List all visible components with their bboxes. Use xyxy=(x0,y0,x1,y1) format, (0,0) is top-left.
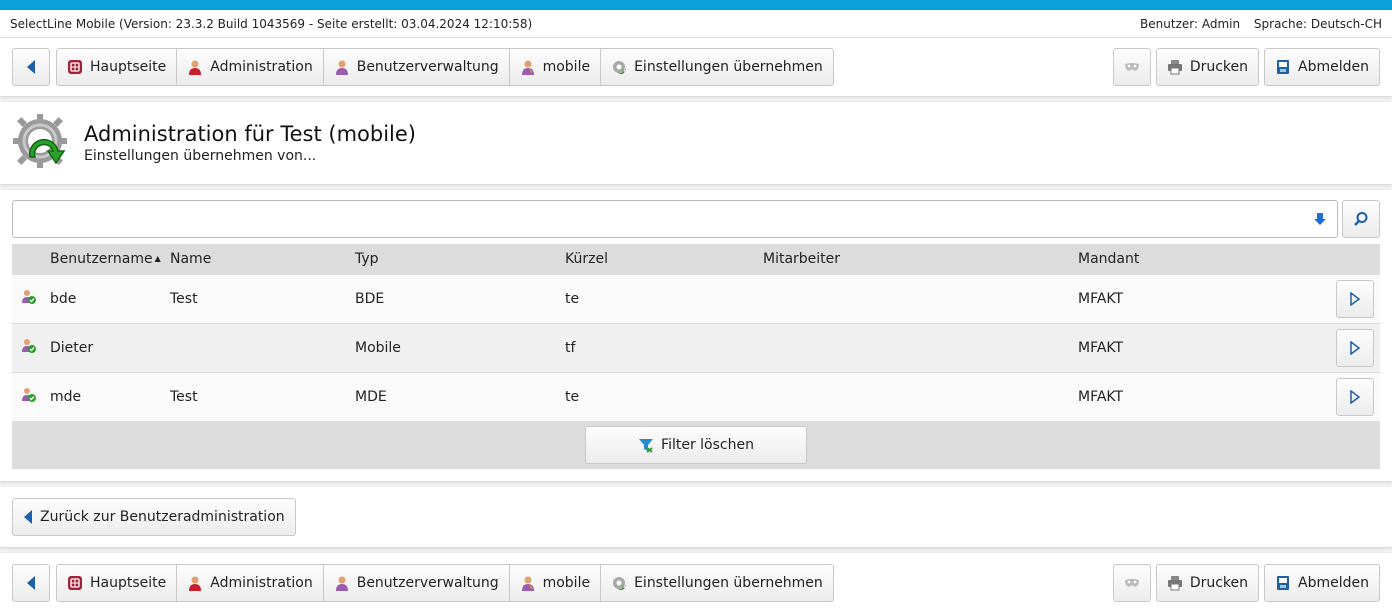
column-header-typ[interactable]: Typ xyxy=(355,244,565,274)
printer-icon xyxy=(1167,575,1183,591)
user-active-icon xyxy=(22,338,36,353)
mobile-user-icon xyxy=(520,59,536,75)
sort-asc-icon: ▲ xyxy=(154,254,161,264)
top-accent-bar xyxy=(0,0,1392,10)
crumb-mobile[interactable]: mobile xyxy=(510,49,602,85)
page-title: Administration für Test (mobile) xyxy=(84,122,416,146)
crumb-einstellungen-uebernehmen[interactable]: Einstellungen übernehmen xyxy=(601,565,833,601)
table-header: Benutzername ▲ Name Typ Kürzel Mitarbeite… xyxy=(12,244,1380,274)
crumb-hauptseite[interactable]: Hauptseite xyxy=(57,49,178,85)
filter-clear-icon xyxy=(638,437,654,453)
mobile-user-icon xyxy=(520,575,536,591)
mask-button[interactable] xyxy=(1112,564,1151,602)
column-header-name[interactable]: Name xyxy=(170,244,355,274)
home-grid-icon xyxy=(67,59,83,75)
print-button[interactable]: Drucken xyxy=(1155,48,1260,86)
triangle-right-icon xyxy=(1350,389,1360,404)
user-active-icon xyxy=(22,387,36,402)
back-to-user-admin-button[interactable]: Zurück zur Benutzeradministration xyxy=(12,498,296,536)
user-management-icon xyxy=(334,575,350,591)
current-language: Sprache: Deutsch-CH xyxy=(1253,16,1382,31)
user-table: Benutzername ▲ Name Typ Kürzel Mitarbeite… xyxy=(12,244,1380,421)
nav-back-button[interactable] xyxy=(12,564,50,602)
triangle-left-icon xyxy=(23,509,33,525)
crumb-benutzerverwaltung[interactable]: Benutzerverwaltung xyxy=(324,565,510,601)
triangle-right-icon xyxy=(1350,340,1360,355)
breadcrumb: Hauptseite Administration Benutzerverwal… xyxy=(56,564,834,602)
breadcrumb: Hauptseite Administration Benutzerverwal… xyxy=(56,48,834,86)
mask-icon xyxy=(1124,579,1139,587)
admin-user-icon xyxy=(187,575,203,591)
print-button[interactable]: Drucken xyxy=(1155,564,1260,602)
crumb-einstellungen-uebernehmen[interactable]: Einstellungen übernehmen xyxy=(601,49,833,85)
crumb-hauptseite[interactable]: Hauptseite xyxy=(57,565,178,601)
printer-icon xyxy=(1167,59,1183,75)
logout-door-icon xyxy=(1275,575,1291,591)
nav-back-button[interactable] xyxy=(12,48,50,86)
home-grid-icon xyxy=(67,575,83,591)
triangle-left-icon xyxy=(27,576,35,590)
settings-transfer-large-icon xyxy=(13,114,67,168)
mask-button[interactable] xyxy=(1112,48,1151,86)
column-header-mitarbeiter[interactable]: Mitarbeiter xyxy=(763,244,1078,274)
back-panel: Zurück zur Benutzeradministration xyxy=(0,487,1392,547)
table-row[interactable]: mde Test MDE te MFAKT xyxy=(12,372,1380,421)
table-row[interactable]: Dieter Mobile tf MFAKT xyxy=(12,323,1380,372)
user-list-panel: Benutzername ▲ Name Typ Kürzel Mitarbeite… xyxy=(0,190,1392,481)
search-button[interactable] xyxy=(1342,200,1380,238)
settings-transfer-icon xyxy=(611,575,627,591)
crumb-administration[interactable]: Administration xyxy=(177,49,324,85)
row-open-button[interactable] xyxy=(1336,328,1374,367)
triangle-left-icon xyxy=(27,60,35,74)
crumb-administration[interactable]: Administration xyxy=(177,565,324,601)
admin-user-icon xyxy=(187,59,203,75)
column-header-benutzername[interactable]: Benutzername ▲ xyxy=(50,244,170,274)
crumb-benutzerverwaltung[interactable]: Benutzerverwaltung xyxy=(324,49,510,85)
logout-button[interactable]: Abmelden xyxy=(1264,48,1380,86)
version-info: SelectLine Mobile (Version: 23.3.2 Build… xyxy=(10,16,533,31)
settings-transfer-icon xyxy=(611,59,627,75)
bottom-navbar: Hauptseite Administration Benutzerverwal… xyxy=(0,553,1392,613)
current-user: Benutzer: Admin xyxy=(1140,16,1241,31)
logout-door-icon xyxy=(1275,59,1291,75)
top-navbar: Hauptseite Administration Benutzerverwal… xyxy=(0,38,1392,96)
filter-row: Filter löschen xyxy=(12,421,1380,469)
info-bar: SelectLine Mobile (Version: 23.3.2 Build… xyxy=(0,10,1392,38)
arrow-down-icon[interactable] xyxy=(1313,212,1327,226)
user-management-icon xyxy=(334,59,350,75)
page-subtitle: Einstellungen übernehmen von... xyxy=(84,148,317,164)
row-open-button[interactable] xyxy=(1336,377,1374,416)
triangle-right-icon xyxy=(1350,291,1360,306)
search-icon xyxy=(1354,212,1368,226)
search-input[interactable] xyxy=(12,200,1338,238)
page-header: Administration für Test (mobile) Einstel… xyxy=(0,102,1392,184)
table-row[interactable]: bde Test BDE te MFAKT xyxy=(12,274,1380,323)
user-active-icon xyxy=(22,289,36,304)
user-info: Benutzer: Admin Sprache: Deutsch-CH xyxy=(1130,17,1382,31)
mask-icon xyxy=(1124,63,1139,71)
column-header-kuerzel[interactable]: Kürzel xyxy=(565,244,763,274)
clear-filter-button[interactable]: Filter löschen xyxy=(585,426,807,464)
crumb-mobile[interactable]: mobile xyxy=(510,565,602,601)
logout-button[interactable]: Abmelden xyxy=(1264,564,1380,602)
column-header-mandant[interactable]: Mandant xyxy=(1078,244,1278,274)
row-open-button[interactable] xyxy=(1336,279,1374,318)
